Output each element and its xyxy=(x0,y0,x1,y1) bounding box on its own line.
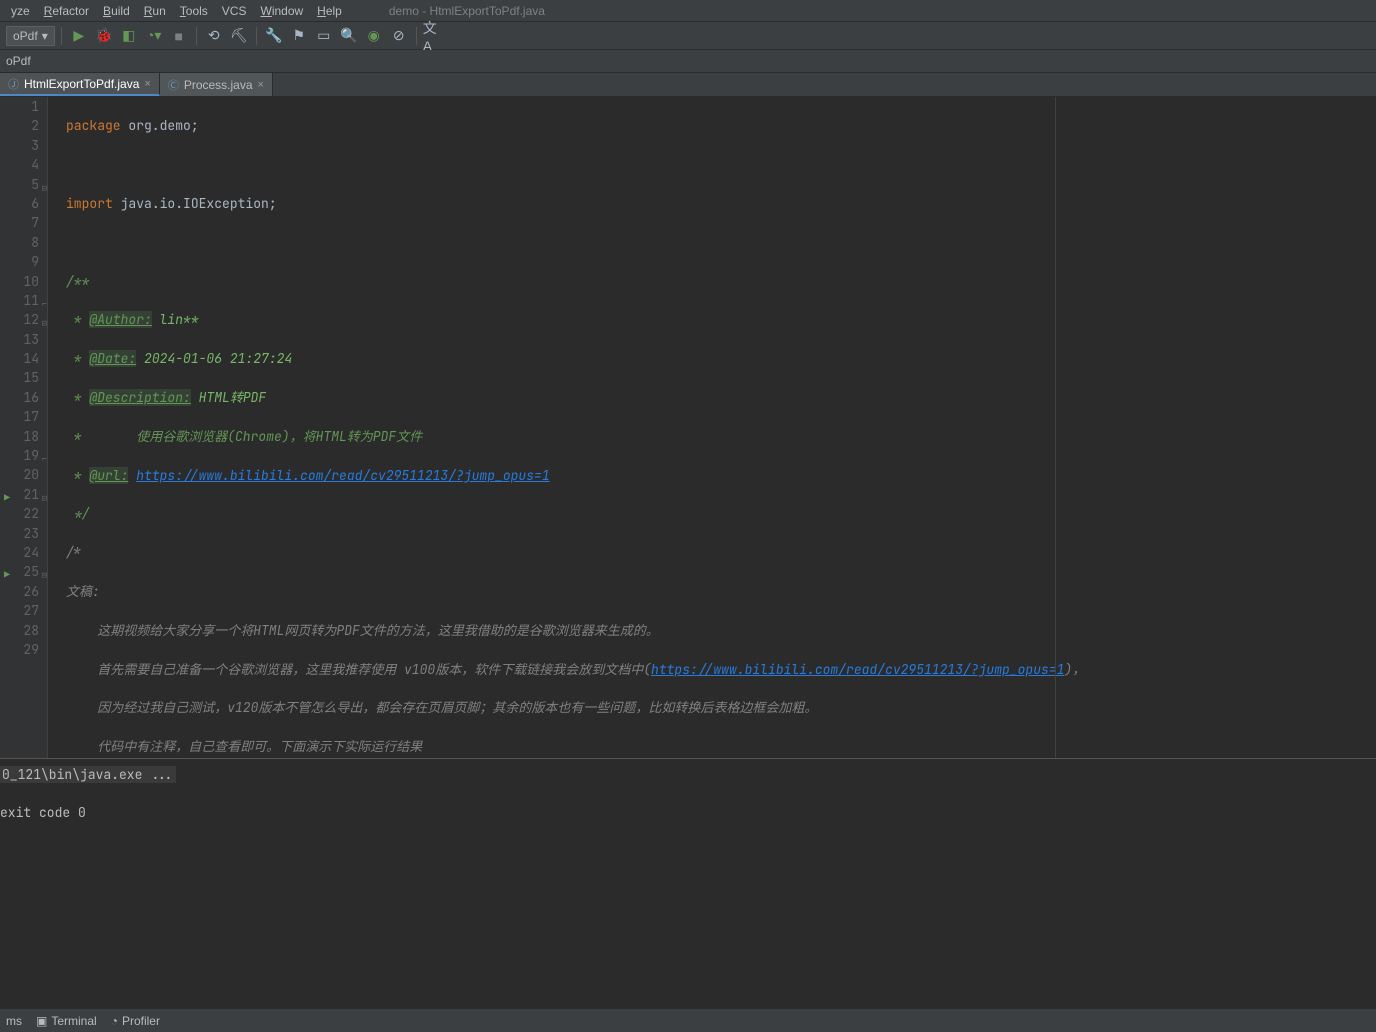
separator xyxy=(196,27,197,45)
status-terminal[interactable]: ▣Terminal xyxy=(36,1014,97,1028)
editor[interactable]: 1 2 3 4 5⊟ 6 7 8 9 10 11⌐ 12⊟ 13 14 15 1… xyxy=(0,97,1376,758)
avatar-icon[interactable]: ◉ xyxy=(363,25,385,47)
java-file-icon: Ⓙ xyxy=(8,76,19,92)
status-bar: ms ▣Terminal ◔Profiler xyxy=(0,1008,1376,1032)
translate-icon[interactable]: 文A xyxy=(423,25,445,47)
debug-icon[interactable]: 🐞 xyxy=(93,25,115,47)
run-config-dropdown[interactable]: oPdf▾ xyxy=(6,26,55,46)
menu-tools[interactable]: Tools xyxy=(173,2,215,20)
close-icon[interactable]: × xyxy=(258,79,264,91)
java-class-icon: Ⓒ xyxy=(168,77,179,93)
separator xyxy=(61,27,62,45)
run-icon[interactable]: ▶ xyxy=(68,25,90,47)
menu-window[interactable]: Window xyxy=(253,2,310,20)
build-icon[interactable]: ⛏ xyxy=(228,25,250,47)
menu-run[interactable]: Run xyxy=(137,2,173,20)
menu-refactor[interactable]: Refactor xyxy=(37,2,96,20)
profile-icon[interactable]: ◔▾ xyxy=(143,25,165,47)
gutter[interactable]: 1 2 3 4 5⊟ 6 7 8 9 10 11⌐ 12⊟ 13 14 15 1… xyxy=(0,97,48,758)
right-margin-line xyxy=(1055,97,1056,758)
toolbar: oPdf▾ ▶ 🐞 ◧ ◔▾ ■ ⟲ ⛏ 🔧 ⚑ ▭ 🔍 ◉ ⊘ 文A xyxy=(0,22,1376,50)
close-icon[interactable]: × xyxy=(144,78,150,90)
code-area[interactable]: package org.demo; import java.io.IOExcep… xyxy=(48,97,1376,758)
layout-icon[interactable]: ▭ xyxy=(313,25,335,47)
status-ms[interactable]: ms xyxy=(6,1014,22,1028)
flag-icon[interactable]: ⚑ xyxy=(288,25,310,47)
exit-code: exit code 0 xyxy=(0,803,1376,822)
status-profiler[interactable]: ◔Profiler xyxy=(111,1014,160,1028)
run-console[interactable]: 0_121\bin\java.exe ... exit code 0 xyxy=(0,758,1376,1008)
command-line: 0_121\bin\java.exe ... xyxy=(0,766,176,783)
tab-htmlexporttopdf[interactable]: Ⓙ HtmlExportToPdf.java × xyxy=(0,73,160,96)
tab-label: HtmlExportToPdf.java xyxy=(24,77,139,91)
tab-process[interactable]: Ⓒ Process.java × xyxy=(160,73,273,96)
breadcrumb[interactable]: oPdf xyxy=(0,50,1376,73)
menu-analyze[interactable]: yze xyxy=(4,2,37,20)
menu-help[interactable]: Help xyxy=(310,2,349,20)
search-icon[interactable]: 🔍 xyxy=(338,25,360,47)
forbid-icon[interactable]: ⊘ xyxy=(388,25,410,47)
menu-bar: yze Refactor Build Run Tools VCS Window … xyxy=(0,0,1376,22)
separator xyxy=(416,27,417,45)
profiler-icon: ◔ xyxy=(111,1014,118,1028)
separator xyxy=(256,27,257,45)
stop-icon[interactable]: ■ xyxy=(168,25,190,47)
wrench-icon[interactable]: 🔧 xyxy=(263,25,285,47)
menu-vcs[interactable]: VCS xyxy=(215,2,254,20)
coverage-icon[interactable]: ◧ xyxy=(118,25,140,47)
tab-label: Process.java xyxy=(184,78,253,92)
sync-icon[interactable]: ⟲ xyxy=(203,25,225,47)
window-title: demo - HtmlExportToPdf.java xyxy=(389,4,545,18)
menu-build[interactable]: Build xyxy=(96,2,137,20)
editor-tabs: Ⓙ HtmlExportToPdf.java × Ⓒ Process.java … xyxy=(0,73,1376,97)
terminal-icon: ▣ xyxy=(36,1014,47,1028)
